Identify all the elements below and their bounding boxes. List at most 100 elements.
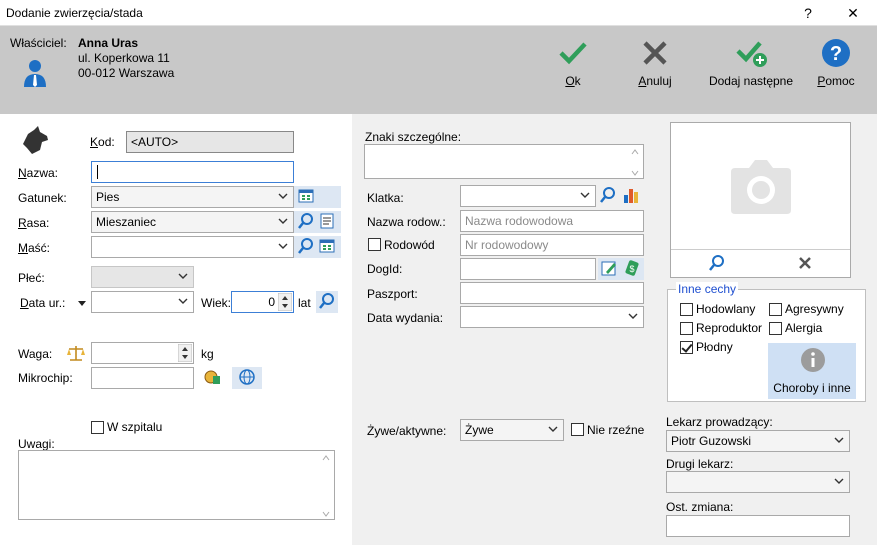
klatka-select[interactable] (460, 185, 596, 207)
waga-stepper[interactable] (91, 342, 194, 364)
help-label: Pomoc (817, 74, 855, 88)
add-next-button[interactable]: Dodaj następne (705, 38, 797, 88)
dog-icon (20, 126, 50, 154)
checkmark-icon (558, 38, 588, 68)
waga-label: Waga: (18, 347, 53, 361)
rasa-label: Rasa: (18, 216, 50, 230)
plec-select[interactable] (91, 266, 194, 288)
close-button[interactable]: ✕ (838, 3, 868, 23)
owner-address-city: 00-012 Warszawa (78, 66, 175, 80)
agresywny-checkbox[interactable] (769, 303, 782, 316)
document-list-icon[interactable] (318, 212, 338, 232)
data-ur-label: Data ur.: (20, 296, 66, 310)
gatunek-select[interactable]: Pies (91, 186, 294, 208)
znaki-textarea[interactable] (364, 144, 644, 179)
hodowlany-checkbox[interactable] (680, 303, 693, 316)
nazwa-input[interactable] (91, 161, 294, 183)
uwagi-textarea[interactable] (18, 450, 335, 520)
owner-label: Właściciel: (10, 36, 67, 50)
paszport-input[interactable] (460, 282, 644, 304)
stepper-arrows-icon[interactable] (277, 292, 293, 312)
dictionary-icon[interactable] (297, 187, 317, 207)
wiek-label: Wiek: (201, 296, 231, 310)
chevron-down-icon (834, 437, 844, 443)
info-icon (800, 347, 826, 373)
question-icon: ? (821, 38, 851, 68)
caret-down-icon[interactable] (77, 297, 87, 307)
alergia-checkbox[interactable] (769, 322, 782, 335)
money-icon[interactable]: $ (623, 259, 643, 279)
choroby-button[interactable]: Choroby i inne (768, 343, 856, 399)
chevron-down-icon (628, 313, 638, 319)
divider (671, 249, 850, 250)
w-szpitalu-checkbox[interactable] (91, 421, 104, 434)
delete-icon[interactable] (796, 254, 816, 274)
ok-button[interactable]: Ok (533, 38, 613, 88)
inne-cechy-group: Inne cechy Hodowlany Agresywny Reprodukt… (667, 282, 866, 402)
cancel-button[interactable]: Anuluj (615, 38, 695, 88)
plec-label: Płeć: (18, 271, 45, 285)
rodowod-label: Rodowód (384, 238, 435, 252)
check-plus-icon (736, 38, 767, 68)
search-icon[interactable] (297, 212, 317, 232)
wiek-stepper[interactable]: 0 (231, 291, 294, 313)
title-bar: Dodanie zwierzęcia/stada ? ✕ (0, 0, 877, 26)
nr-rodowodowy-input[interactable]: Nr rodowodowy (460, 234, 644, 256)
reproduktor-label: Reproduktor (696, 321, 763, 335)
chevron-down-icon (178, 273, 188, 279)
uwagi-label: Uwagi: (18, 437, 55, 451)
chevron-down-icon (278, 243, 288, 249)
search-icon[interactable] (297, 237, 317, 257)
text-cursor (97, 165, 98, 179)
w-szpitalu-label: W szpitalu (107, 420, 163, 434)
search-icon[interactable] (708, 254, 728, 274)
zywe-select[interactable]: Żywe (460, 419, 564, 441)
bar-chart-icon[interactable] (622, 186, 642, 206)
chevron-down-icon (278, 218, 288, 224)
help-title-button[interactable]: ? (793, 3, 823, 23)
globe-icon[interactable] (238, 368, 258, 388)
drugi-lekarz-select[interactable] (666, 471, 850, 493)
data-wydania-picker[interactable] (460, 306, 644, 328)
add-next-label: Dodaj następne (708, 74, 794, 88)
nazwa-label: Nazwa: (18, 166, 59, 180)
mikrochip-label: Mikrochip: (18, 371, 73, 385)
chip-reader-icon[interactable] (203, 368, 223, 388)
klatka-label: Klatka: (367, 191, 404, 205)
search-icon[interactable] (318, 292, 338, 312)
masc-select[interactable] (91, 236, 294, 258)
kod-label: Kod: (90, 135, 115, 149)
left-panel: Kod: <AUTO> Nazwa: Gatunek: Pies Rasa: M… (0, 114, 352, 545)
edit-icon[interactable] (600, 259, 620, 279)
search-icon[interactable] (599, 186, 619, 206)
scrollbar[interactable] (628, 146, 642, 177)
scrollbar[interactable] (319, 452, 333, 518)
scale-icon (66, 344, 86, 362)
help-button[interactable]: ? Pomoc (796, 38, 876, 88)
dogid-label: DogId: (367, 262, 403, 276)
paszport-label: Paszport: (367, 287, 418, 301)
rasa-select[interactable]: Mieszaniec (91, 211, 294, 233)
plodny-checkbox[interactable] (680, 341, 693, 354)
nazwa-rodow-input[interactable]: Nazwa rodowodowa (460, 210, 644, 232)
owner-name: Anna Uras (78, 36, 139, 50)
drugi-lekarz-label: Drugi lekarz: (666, 457, 734, 471)
person-icon (22, 58, 48, 88)
lekarz-label: Lekarz prowadzący: (666, 415, 773, 429)
dictionary-icon[interactable] (318, 237, 338, 257)
ok-label: Ok (565, 74, 581, 88)
plodny-label: Płodny (696, 340, 733, 354)
kod-value: <AUTO> (131, 135, 179, 149)
stepper-arrows-icon[interactable] (177, 343, 193, 363)
ost-zmiana-label: Ost. zmiana: (666, 500, 734, 514)
data-ur-picker[interactable] (91, 291, 194, 313)
rodowod-checkbox[interactable] (368, 238, 381, 251)
nie-rzezne-checkbox[interactable] (571, 423, 584, 436)
middle-panel: Znaki szczególne: Klatka: Nazwa rodow.: … (352, 114, 654, 545)
dogid-input[interactable] (460, 258, 596, 280)
camera-icon (729, 158, 793, 218)
svg-text:$: $ (629, 264, 634, 274)
reproduktor-checkbox[interactable] (680, 322, 693, 335)
mikrochip-input[interactable] (91, 367, 194, 389)
lekarz-select[interactable]: Piotr Guzowski (666, 430, 850, 452)
